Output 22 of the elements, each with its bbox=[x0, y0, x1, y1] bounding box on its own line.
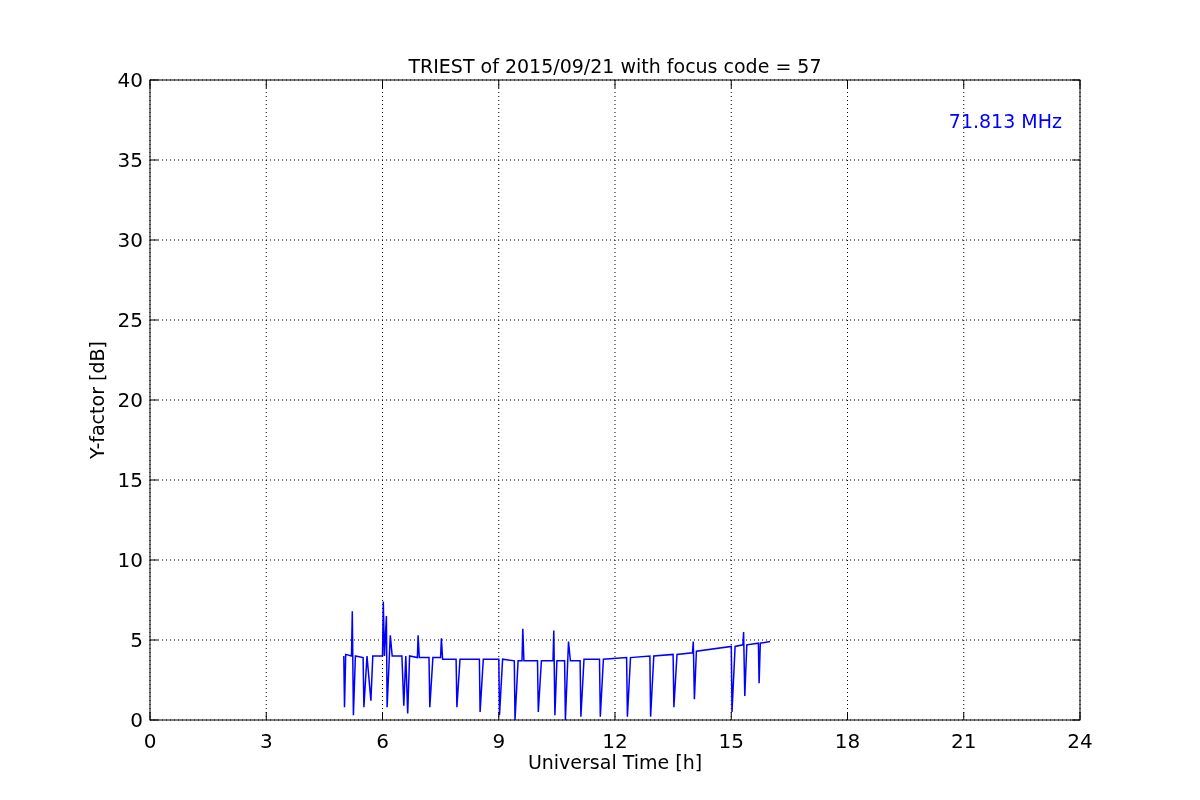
y-axis-label: Y-factor [dB] bbox=[86, 341, 108, 459]
frequency-label: 71.813 MHz bbox=[948, 110, 1062, 132]
x-tick-label: 3 bbox=[259, 729, 273, 753]
y-tick-label: 25 bbox=[117, 308, 143, 332]
y-tick-label: 10 bbox=[117, 548, 143, 572]
y-tick-label: 30 bbox=[117, 228, 143, 252]
x-tick-label: 21 bbox=[951, 729, 977, 753]
y-tick-label: 20 bbox=[117, 388, 143, 412]
y-tick-label: 5 bbox=[130, 628, 143, 652]
y-tick-label: 40 bbox=[117, 68, 143, 92]
x-tick-label: 15 bbox=[718, 729, 744, 753]
x-tick-label: 9 bbox=[492, 729, 506, 753]
x-tick-label: 18 bbox=[834, 729, 861, 753]
y-tick-label: 15 bbox=[117, 468, 143, 492]
x-axis-label: Universal Time [h] bbox=[527, 751, 703, 773]
y-tick-label: 0 bbox=[130, 708, 143, 732]
x-tick-label: 12 bbox=[602, 729, 628, 753]
x-tick-label: 0 bbox=[143, 729, 157, 753]
y-tick-label: 35 bbox=[117, 148, 143, 172]
x-tick-label: 6 bbox=[376, 729, 389, 753]
chart-title: TRIEST of 2015/09/21 with focus code = 57 bbox=[408, 55, 822, 77]
x-tick-label: 24 bbox=[1067, 729, 1093, 753]
